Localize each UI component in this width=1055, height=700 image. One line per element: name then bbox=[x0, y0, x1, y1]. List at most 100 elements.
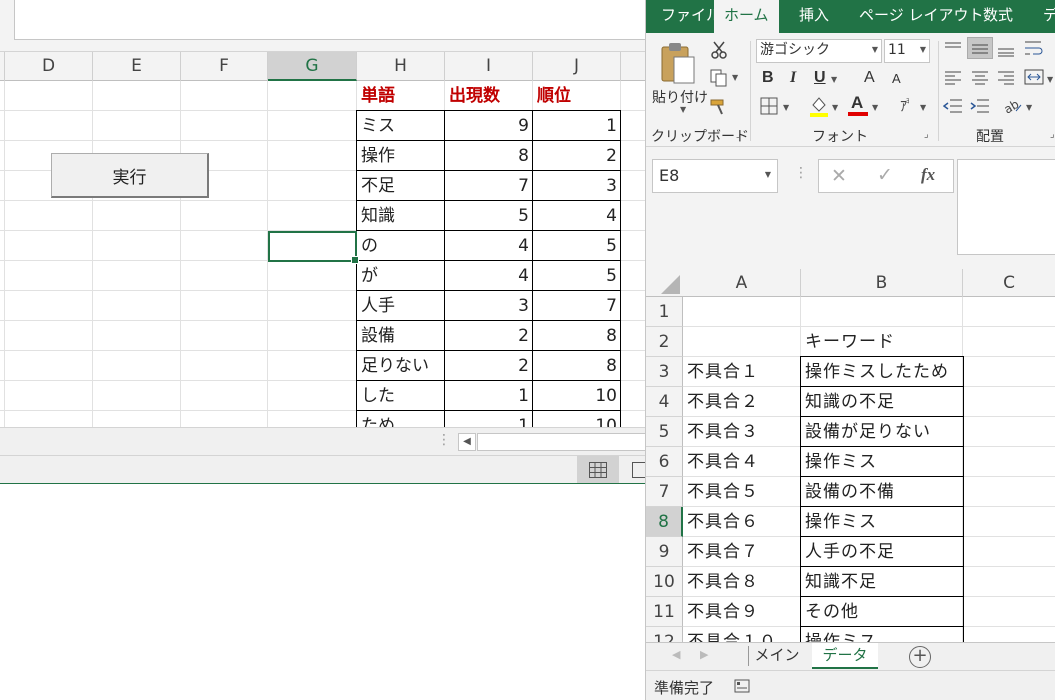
cell-b1[interactable] bbox=[801, 297, 963, 327]
align-middle-button[interactable] bbox=[967, 37, 993, 59]
alignment-launcher-icon[interactable]: ⌟ bbox=[1050, 129, 1055, 140]
table-cell[interactable]: 8 bbox=[533, 351, 621, 381]
row-header-3[interactable]: 3 bbox=[646, 357, 683, 387]
horizontal-scrollbar-track[interactable] bbox=[477, 433, 646, 451]
align-right-icon[interactable] bbox=[997, 71, 1015, 85]
cell-a1[interactable] bbox=[683, 297, 801, 327]
underline-dropdown-icon[interactable]: ▼ bbox=[831, 75, 837, 84]
font-name-select[interactable]: 游ゴシック ▼ bbox=[756, 39, 882, 63]
cut-icon[interactable] bbox=[710, 41, 728, 59]
table-cell[interactable]: 10 bbox=[533, 381, 621, 411]
cell-a12[interactable]: 不具合１０ bbox=[683, 627, 801, 642]
table-cell[interactable]: 人手 bbox=[357, 291, 445, 321]
table-cell[interactable]: 1 bbox=[445, 381, 533, 411]
table-cell[interactable]: した bbox=[357, 381, 445, 411]
table-cell[interactable]: 2 bbox=[445, 321, 533, 351]
table-cell[interactable]: 3 bbox=[533, 171, 621, 201]
column-header-d[interactable]: D bbox=[5, 52, 93, 81]
cell-a9[interactable]: 不具合７ bbox=[683, 537, 801, 567]
font-color-dropdown-icon[interactable]: ▼ bbox=[872, 103, 878, 112]
copy-icon[interactable] bbox=[710, 69, 728, 87]
cell-a5[interactable]: 不具合３ bbox=[683, 417, 801, 447]
tab-3[interactable]: ページ レイアウト bbox=[859, 0, 983, 33]
table-cell[interactable]: 8 bbox=[445, 141, 533, 171]
table-header-2[interactable]: 順位 bbox=[533, 81, 621, 111]
sheet-next-icon[interactable]: ▶ bbox=[700, 648, 708, 661]
column-header-e[interactable]: E bbox=[93, 52, 181, 81]
cell-a8[interactable]: 不具合６ bbox=[683, 507, 801, 537]
column-header-f[interactable]: F bbox=[181, 52, 268, 81]
table-cell[interactable]: ため bbox=[357, 411, 445, 427]
page-layout-view-button[interactable] bbox=[626, 456, 646, 483]
cell-b10[interactable]: 知識不足 bbox=[801, 567, 963, 597]
table-cell[interactable]: 5 bbox=[533, 231, 621, 261]
cell-b9[interactable]: 人手の不足 bbox=[801, 537, 963, 567]
align-left-icon[interactable] bbox=[944, 71, 962, 85]
fill-color-dropdown-icon[interactable]: ▼ bbox=[832, 103, 838, 112]
table-header-0[interactable]: 単語 bbox=[357, 81, 445, 111]
formula-input[interactable] bbox=[957, 159, 1055, 255]
row-header-7[interactable]: 7 bbox=[646, 477, 683, 507]
fill-color-icon[interactable] bbox=[809, 95, 829, 117]
align-top-icon[interactable] bbox=[944, 41, 962, 55]
italic-button[interactable]: I bbox=[790, 69, 796, 87]
formula-input[interactable] bbox=[14, 0, 646, 40]
table-cell[interactable]: 1 bbox=[533, 111, 621, 141]
name-box[interactable]: E8 ▼ bbox=[652, 159, 778, 193]
decrease-indent-icon[interactable] bbox=[943, 99, 963, 113]
column-header-next[interactable] bbox=[621, 52, 646, 81]
tab-2[interactable]: 挿入 bbox=[799, 0, 829, 33]
cell-a7[interactable]: 不具合５ bbox=[683, 477, 801, 507]
format-painter-icon[interactable] bbox=[710, 97, 728, 115]
row-header-4[interactable]: 4 bbox=[646, 387, 683, 417]
column-header-j[interactable]: J bbox=[533, 52, 621, 81]
sheet-prev-icon[interactable]: ◀ bbox=[672, 648, 680, 661]
table-cell[interactable]: 4 bbox=[445, 231, 533, 261]
shrink-font-button[interactable]: A bbox=[892, 71, 901, 86]
grow-font-button[interactable]: A bbox=[864, 69, 875, 87]
table-cell[interactable]: 1 bbox=[445, 411, 533, 427]
row-header-12[interactable]: 12 bbox=[646, 627, 683, 642]
tab-4[interactable]: 数式 bbox=[983, 0, 1013, 33]
cell-b8[interactable]: 操作ミス bbox=[801, 507, 963, 537]
row-header-2[interactable]: 2 bbox=[646, 327, 683, 357]
row-header-1[interactable]: 1 bbox=[646, 297, 683, 327]
table-cell[interactable]: 5 bbox=[445, 201, 533, 231]
table-cell[interactable]: 5 bbox=[533, 261, 621, 291]
run-button[interactable]: 実行 bbox=[51, 153, 209, 198]
orientation-dropdown-icon[interactable]: ▼ bbox=[1026, 103, 1032, 112]
table-header-1[interactable]: 出現数 bbox=[445, 81, 533, 111]
tab-1[interactable]: ホーム bbox=[714, 0, 779, 33]
table-cell[interactable]: 知識 bbox=[357, 201, 445, 231]
phonetic-icon[interactable]: ｱﾖ bbox=[898, 95, 916, 115]
split-handle-icon[interactable]: ⋮ bbox=[437, 432, 451, 448]
table-cell[interactable]: が bbox=[357, 261, 445, 291]
select-all-icon[interactable] bbox=[646, 269, 683, 297]
row-header-10[interactable]: 10 bbox=[646, 567, 683, 597]
table-cell[interactable]: 7 bbox=[445, 171, 533, 201]
row-header-6[interactable]: 6 bbox=[646, 447, 683, 477]
borders-dropdown-icon[interactable]: ▼ bbox=[783, 103, 789, 112]
cancel-entry-icon[interactable]: ✕ bbox=[831, 165, 847, 187]
increase-indent-icon[interactable] bbox=[970, 99, 990, 113]
cell-a2[interactable] bbox=[683, 327, 801, 357]
paste-button[interactable]: 貼り付け ▼ bbox=[652, 39, 708, 114]
scroll-left-button[interactable]: ◀ bbox=[458, 433, 476, 451]
align-center-icon[interactable] bbox=[971, 71, 989, 85]
normal-view-button[interactable] bbox=[577, 456, 619, 483]
cell-b3[interactable]: 操作ミスしたため bbox=[801, 357, 963, 387]
align-bottom-icon[interactable] bbox=[997, 41, 1015, 57]
cell-a4[interactable]: 不具合２ bbox=[683, 387, 801, 417]
cell-a6[interactable]: 不具合４ bbox=[683, 447, 801, 477]
cell-a3[interactable]: 不具合１ bbox=[683, 357, 801, 387]
sheet-tab-1[interactable]: データ bbox=[812, 643, 878, 669]
table-cell[interactable]: 操作 bbox=[357, 141, 445, 171]
table-cell[interactable]: 4 bbox=[533, 201, 621, 231]
cell-b12[interactable]: 操作ミス bbox=[801, 627, 963, 642]
table-cell[interactable]: 足りない bbox=[357, 351, 445, 381]
column-header-b[interactable]: B bbox=[801, 269, 963, 297]
table-cell[interactable]: 不足 bbox=[357, 171, 445, 201]
table-cell[interactable]: 4 bbox=[445, 261, 533, 291]
font-color-button[interactable]: A bbox=[848, 93, 868, 117]
confirm-entry-icon[interactable]: ✓ bbox=[877, 164, 893, 186]
